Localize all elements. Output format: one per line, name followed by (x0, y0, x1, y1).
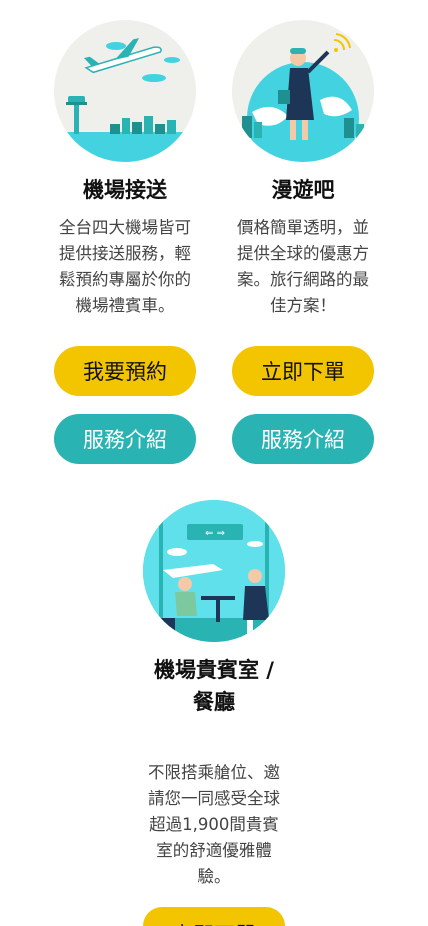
desc-line: 超過1,900間貴賓 (149, 815, 279, 834)
book-now-button[interactable]: 我要預約 (54, 346, 196, 396)
title-line: 機場貴賓室 / (154, 658, 274, 682)
desc-line: 提供全球的優惠方 (237, 244, 369, 263)
desc-line: 案。旅行網路的最 (237, 270, 369, 289)
title-line: 餐廳 (193, 690, 235, 714)
card-description: 價格簡單透明，並 提供全球的優惠方 案。旅行網路的最 佳方案！ (218, 215, 388, 319)
desc-line: 不限搭乘艙位、邀 (148, 763, 280, 782)
order-now-button[interactable]: 立即下單 (232, 346, 374, 396)
desc-line: 佳方案！ (270, 296, 336, 315)
lounge-title: 機場貴賓室 / 餐廳 (114, 654, 314, 718)
desc-line: 鬆預約專屬於你的 (59, 270, 191, 289)
airport-transfer-illustration (54, 20, 196, 162)
lounge-order-now-button[interactable]: 立即下單 (143, 907, 285, 926)
desc-line: 驗。 (197, 867, 231, 886)
service-intro-button[interactable]: 服務介紹 (54, 414, 196, 464)
desc-line: 提供接送服務，輕 (59, 244, 191, 263)
card-title: 機場接送 (83, 178, 167, 202)
service-intro-button[interactable]: 服務介紹 (232, 414, 374, 464)
lounge-description: 不限搭乘艙位、邀 請您一同感受全球 超過1,900間貴賓 室的舒適優雅體 驗。 (124, 760, 304, 890)
desc-line: 請您一同感受全球 (148, 789, 280, 808)
desc-line: 室的舒適優雅體 (156, 841, 272, 860)
card-title: 漫遊吧 (271, 178, 335, 202)
roaming-illustration (232, 20, 374, 162)
lounge-illustration: ⇐ ⇒ (143, 500, 285, 642)
desc-line: 價格簡單透明，並 (237, 218, 369, 237)
svg-text:⇐ ⇒: ⇐ ⇒ (205, 528, 225, 539)
desc-line: 全台四大機場皆可 (59, 218, 191, 237)
desc-line: 機場禮賓車。 (75, 296, 175, 315)
card-description: 全台四大機場皆可 提供接送服務，輕 鬆預約專屬於你的 機場禮賓車。 (40, 215, 210, 319)
